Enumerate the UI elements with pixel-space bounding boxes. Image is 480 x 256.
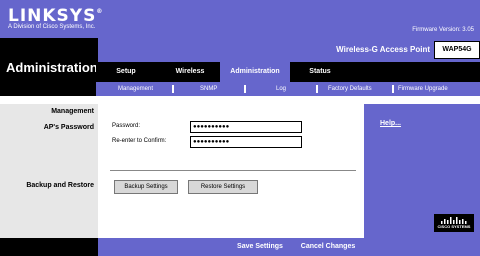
aps-password-label: AP's Password xyxy=(43,124,94,131)
password-input[interactable]: ●●●●●●●●●● xyxy=(190,121,302,133)
subtab-factory-defaults[interactable]: Factory Defaults xyxy=(328,82,372,96)
product-name: Wireless-G Access Point xyxy=(336,45,430,54)
subtab-divider xyxy=(316,85,318,93)
sub-tabs: Management SNMP Log Factory Defaults Fir… xyxy=(96,82,480,96)
spacer-row xyxy=(0,96,480,104)
logo-subtitle: A Division of Cisco Systems, Inc. xyxy=(8,24,96,30)
subtab-firmware-upgrade[interactable]: Firmware Upgrade xyxy=(398,82,448,96)
linksys-logo: LINKSYS® xyxy=(8,6,103,26)
tab-administration[interactable]: Administration xyxy=(220,62,290,82)
subtab-divider xyxy=(172,85,174,93)
subtab-divider xyxy=(392,85,394,93)
page-title: Administration xyxy=(6,60,98,75)
footer-right xyxy=(364,238,480,256)
footer-bar: Save Settings Cancel Changes xyxy=(98,238,364,256)
cisco-logo: CISCO SYSTEMS xyxy=(434,214,474,232)
subtab-divider xyxy=(244,85,246,93)
subtab-log[interactable]: Log xyxy=(276,82,286,96)
restore-settings-button[interactable]: Restore Settings xyxy=(188,180,258,194)
logo-trademark: ® xyxy=(96,8,104,15)
section-divider xyxy=(110,170,356,171)
logo-text: LINKSYS xyxy=(8,6,97,26)
product-bar: Wireless-G Access Point WAP54G xyxy=(96,38,480,62)
top-header: LINKSYS® A Division of Cisco Systems, In… xyxy=(0,0,480,38)
confirm-password-input[interactable]: ●●●●●●●●●● xyxy=(190,136,302,148)
subtab-snmp[interactable]: SNMP xyxy=(200,82,217,96)
subtab-management[interactable]: Management xyxy=(118,82,153,96)
help-column: Help... CISCO SYSTEMS xyxy=(364,104,480,238)
backup-restore-label: Backup and Restore xyxy=(26,182,94,189)
cisco-bars-icon xyxy=(441,217,467,224)
cancel-changes-button[interactable]: Cancel Changes xyxy=(298,241,358,253)
password-label: Password: xyxy=(112,123,141,129)
tab-setup[interactable]: Setup xyxy=(106,62,146,82)
model-number: WAP54G xyxy=(434,41,480,59)
content-panel: Password: ●●●●●●●●●● Re-enter to Confirm… xyxy=(98,104,364,238)
cisco-logo-text: CISCO SYSTEMS xyxy=(437,224,471,229)
main-tabs: Setup Wireless Administration Status xyxy=(96,62,480,82)
confirm-password-label: Re-enter to Confirm: xyxy=(112,138,167,144)
firmware-version: Firmware Version: 3.05 xyxy=(412,27,474,33)
tab-status[interactable]: Status xyxy=(296,62,344,82)
management-heading: Management xyxy=(51,108,94,115)
tab-wireless[interactable]: Wireless xyxy=(164,62,216,82)
label-column: Management AP's Password Backup and Rest… xyxy=(0,104,98,238)
help-link[interactable]: Help... xyxy=(380,120,401,127)
backup-settings-button[interactable]: Backup Settings xyxy=(114,180,178,194)
save-settings-button[interactable]: Save Settings xyxy=(232,241,288,253)
